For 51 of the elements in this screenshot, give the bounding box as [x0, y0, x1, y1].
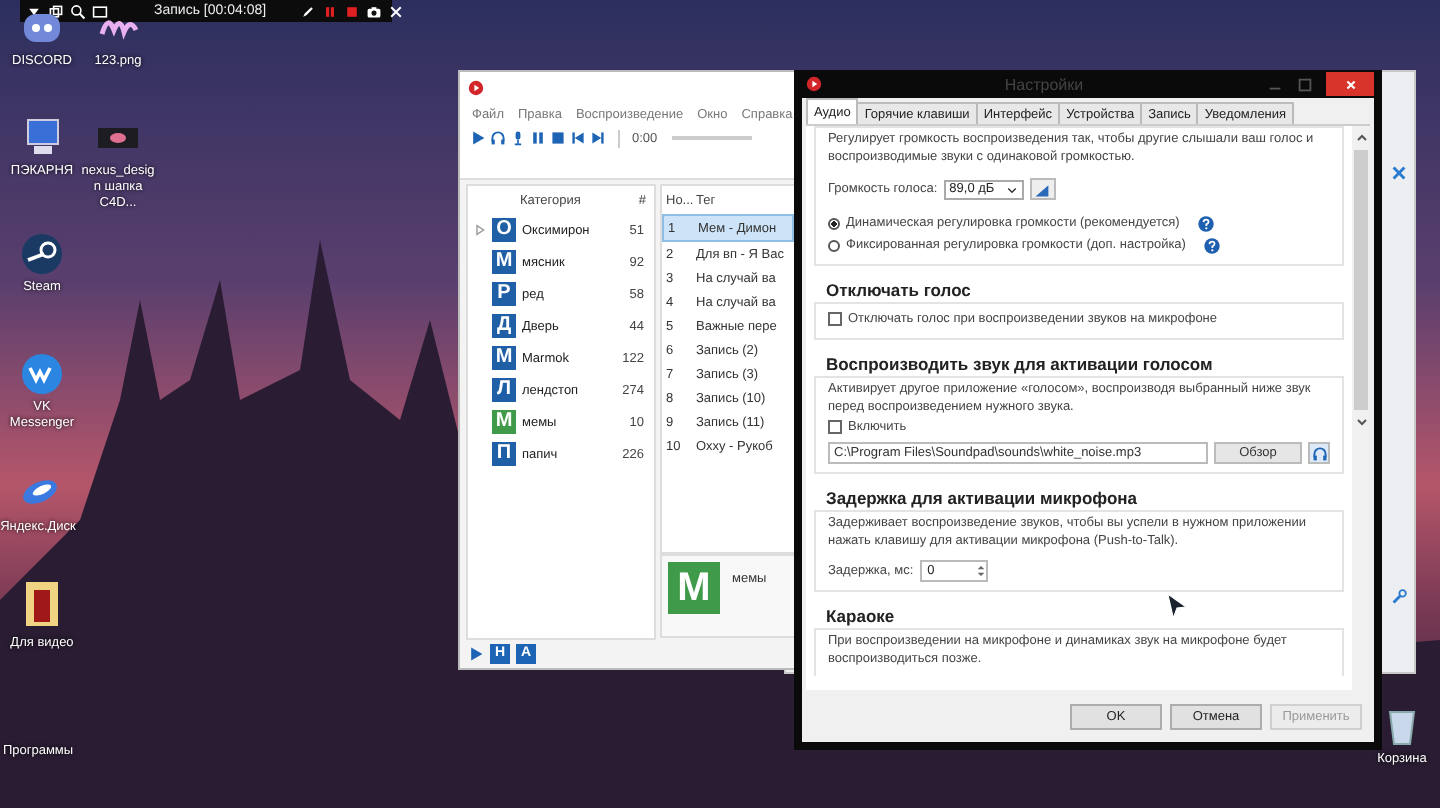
mouse-cursor-icon [1166, 592, 1188, 622]
category-letter-icon: М [668, 562, 720, 614]
play-icon[interactable] [470, 130, 486, 146]
help-icon[interactable] [1203, 237, 1220, 253]
section-heading: Отключать голос [826, 280, 971, 300]
app-logo-icon [468, 79, 484, 95]
microphone-icon[interactable] [510, 130, 526, 146]
checkbox[interactable] [828, 312, 842, 326]
category-letter-icon: М [492, 250, 516, 274]
previous-icon[interactable] [570, 130, 586, 146]
maximize-icon[interactable] [1296, 75, 1314, 93]
section-heading: Воспроизводить звук для активации голосом [826, 354, 1213, 374]
category-letter-icon: О [492, 218, 516, 242]
headphones-icon[interactable] [490, 130, 506, 146]
pause-icon[interactable] [530, 130, 546, 146]
category-letter-icon: М [492, 410, 516, 434]
checkbox[interactable] [828, 420, 842, 434]
expand-arrow-icon[interactable] [474, 224, 486, 236]
stop-icon[interactable] [344, 3, 361, 19]
app-logo-icon [806, 76, 822, 92]
category-letter-icon: Р [492, 282, 516, 306]
section-heading: Караоке [826, 606, 895, 626]
dropdown-caret-icon[interactable] [26, 3, 42, 19]
close-button[interactable] [1326, 72, 1374, 96]
radio-button[interactable] [828, 217, 840, 229]
camera-icon[interactable] [366, 3, 383, 19]
window-title: Настройки [1002, 75, 1086, 93]
volume-curve-button[interactable] [1029, 178, 1056, 200]
folder-icon[interactable] [20, 576, 64, 632]
category-letter-icon: М [492, 346, 516, 370]
scroll-down-icon[interactable] [1353, 416, 1369, 428]
stop-icon[interactable] [550, 130, 566, 146]
caret-icon[interactable] [1005, 183, 1018, 195]
spinner-arrows-icon[interactable] [975, 562, 986, 580]
windows-icon[interactable] [48, 3, 64, 19]
volume-curve-icon[interactable] [1034, 181, 1051, 197]
section-heading: Задержка для активации микрофона [826, 488, 1138, 508]
scrollbar[interactable] [1352, 126, 1370, 690]
category-letter-icon: П [492, 442, 516, 466]
pause-icon[interactable] [322, 3, 339, 19]
region-icon[interactable] [92, 3, 108, 19]
play-icon[interactable] [468, 646, 484, 662]
wrench-icon[interactable] [1390, 588, 1408, 606]
category-letter-icon: Л [492, 378, 516, 402]
help-icon[interactable] [1197, 215, 1214, 231]
radio-button[interactable] [828, 239, 840, 251]
category-letter-icon: Д [492, 314, 516, 338]
next-icon[interactable] [590, 130, 606, 146]
search-icon[interactable] [70, 3, 86, 19]
pencil-icon[interactable] [300, 3, 317, 19]
scroll-up-icon[interactable] [1353, 132, 1369, 144]
